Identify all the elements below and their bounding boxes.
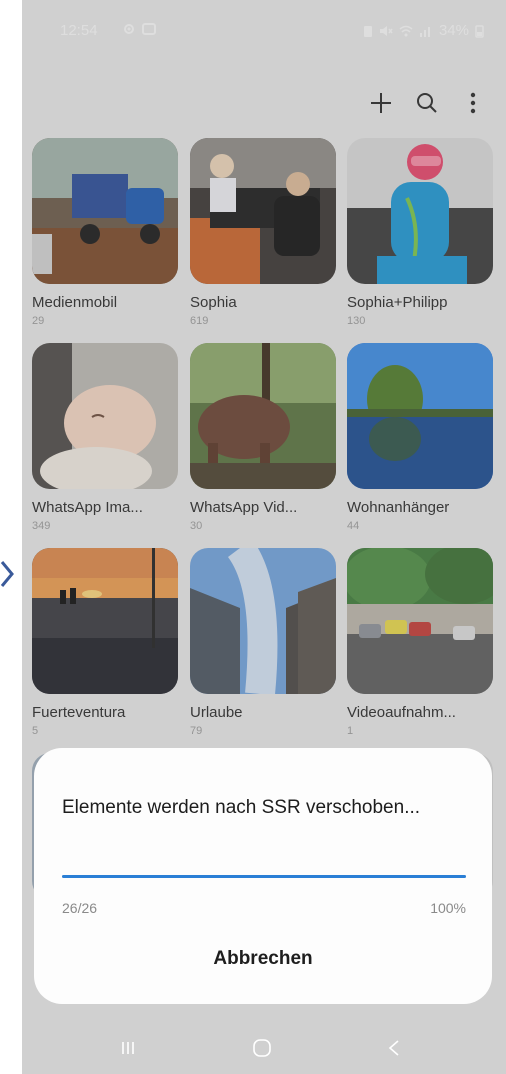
progress-percent: 100% [430,900,466,916]
side-chevron-icon [0,561,14,587]
phone-screen: 12:54 34% Medienmobil 29 Sophia 619 Soph… [22,0,506,1074]
recent-apps-button[interactable] [108,1034,148,1062]
dialog-title: Elemente werden nach SSR verschoben... [62,797,421,818]
back-icon [388,1040,399,1056]
recent-apps-icon [122,1042,134,1054]
move-progress-dialog: Elemente werden nach SSR verschoben... 2… [34,748,492,1004]
navigation-bar [22,1018,506,1074]
home-button[interactable] [242,1034,282,1062]
progress-count: 26/26 [62,900,98,916]
progress-fill [62,875,466,878]
cancel-button[interactable]: Abbrechen [184,944,342,974]
back-button[interactable] [374,1034,414,1062]
progress-bar [62,875,466,878]
home-icon [253,1039,271,1057]
